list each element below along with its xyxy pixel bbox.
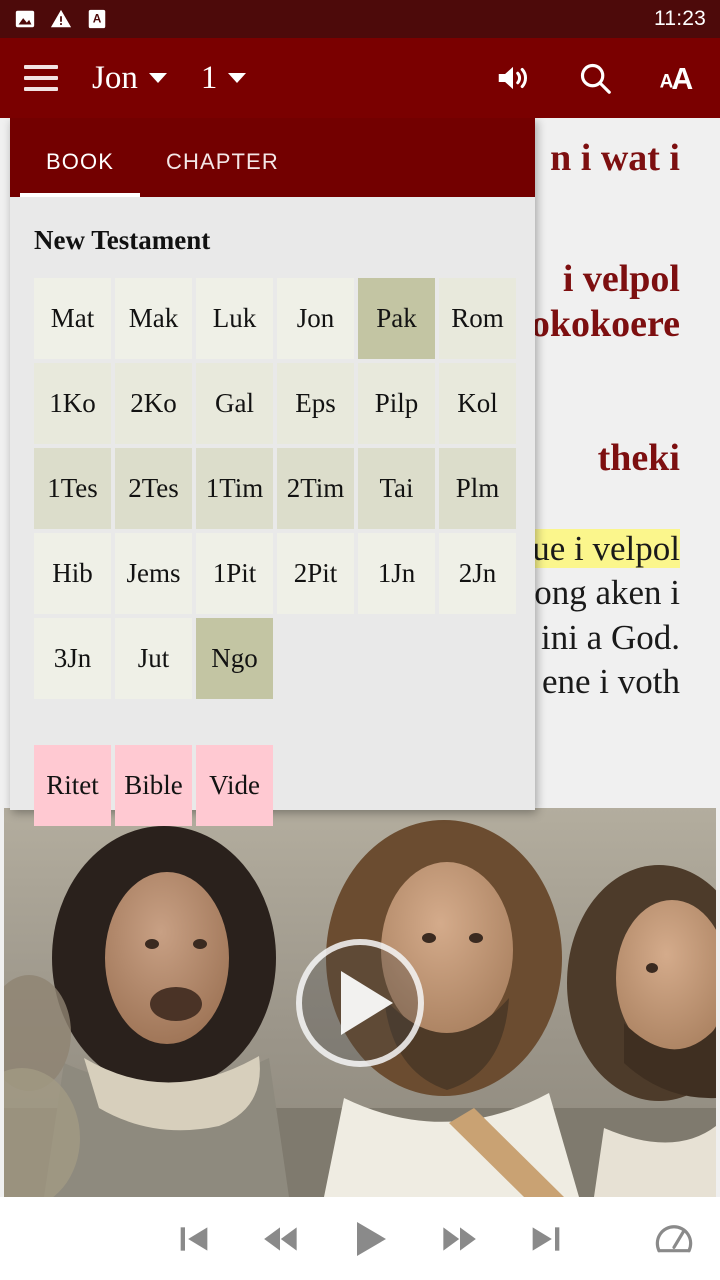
book-cell[interactable]: Jems xyxy=(115,533,192,614)
chapter-selector-label: 1 xyxy=(200,59,218,96)
section-title: New Testament xyxy=(34,225,211,255)
playback-speed-button[interactable] xyxy=(654,1219,694,1259)
book-cell[interactable]: 3Jn xyxy=(34,618,111,699)
svg-text:A: A xyxy=(93,12,102,26)
hamburger-menu-icon[interactable] xyxy=(24,65,58,91)
app-a-icon: A xyxy=(88,9,106,29)
book-cell[interactable]: Mak xyxy=(115,278,192,359)
warning-icon xyxy=(50,9,72,28)
book-cell[interactable]: Pilp xyxy=(358,363,435,444)
app-toolbar: Jon 1 A A xyxy=(0,38,720,118)
chevron-down-icon xyxy=(148,73,167,83)
extra-cell[interactable]: Vide xyxy=(196,745,273,826)
book-cell[interactable]: 2Tim xyxy=(277,448,354,529)
status-clock: 11:23 xyxy=(654,7,706,30)
book-cell[interactable]: 1Ko xyxy=(34,363,111,444)
book-cell[interactable]: 2Tes xyxy=(115,448,192,529)
book-cell[interactable]: Ngo xyxy=(196,618,273,699)
book-grid: Mat Mak Luk Jon Pak Rom 1Ko 2Ko Gal Eps Pilp Kol 1Te… xyxy=(34,278,516,699)
transport-controls xyxy=(174,1215,566,1263)
book-cell[interactable]: 2Jn xyxy=(439,533,516,614)
toolbar-actions: A A xyxy=(494,59,696,97)
book-cell[interactable]: Kol xyxy=(439,363,516,444)
book-cell[interactable]: 1Tes xyxy=(34,448,111,529)
book-cell[interactable]: 2Ko xyxy=(115,363,192,444)
search-icon[interactable] xyxy=(576,59,614,97)
book-cell[interactable]: Mat xyxy=(34,278,111,359)
extra-cell[interactable]: Bible xyxy=(115,745,192,826)
highlighted-text: ue i velpol xyxy=(532,529,680,569)
book-cell[interactable]: Gal xyxy=(196,363,273,444)
book-picker-panel: BOOK CHAPTER New Testament Mat Mak Luk Jon P… xyxy=(10,118,535,826)
book-cell[interactable]: Luk xyxy=(196,278,273,359)
video-player[interactable] xyxy=(4,808,716,1197)
rewind-button[interactable] xyxy=(260,1219,300,1259)
grid-spacer xyxy=(34,699,511,745)
text-size-icon[interactable]: A A xyxy=(658,59,696,97)
app-root: A 11:23 Jon 1 A A n i wat i i velpol oko… xyxy=(0,0,720,1280)
status-bar: A 11:23 xyxy=(0,0,720,38)
tab-book[interactable]: BOOK xyxy=(20,149,140,197)
skip-previous-button[interactable] xyxy=(174,1219,214,1259)
play-button[interactable] xyxy=(346,1215,394,1263)
fast-forward-button[interactable] xyxy=(440,1219,480,1259)
extra-cell[interactable]: Ritet xyxy=(34,745,111,826)
panel-tab-bar: BOOK CHAPTER xyxy=(10,118,535,197)
tab-chapter[interactable]: CHAPTER xyxy=(166,149,279,197)
book-selector-label: Jon xyxy=(92,59,138,96)
book-cell[interactable]: 1Pit xyxy=(196,533,273,614)
book-cell[interactable]: 1Jn xyxy=(358,533,435,614)
panel-body: New Testament Mat Mak Luk Jon Pak Rom 1Ko 2Ko Ga… xyxy=(10,197,535,826)
volume-icon[interactable] xyxy=(494,59,532,97)
media-controls-bar xyxy=(0,1197,720,1280)
book-cell[interactable]: Plm xyxy=(439,448,516,529)
book-cell[interactable]: Rom xyxy=(439,278,516,359)
book-cell[interactable]: Hib xyxy=(34,533,111,614)
play-button[interactable] xyxy=(296,938,424,1067)
image-icon xyxy=(15,10,35,28)
book-cell[interactable]: 2Pit xyxy=(277,533,354,614)
skip-next-button[interactable] xyxy=(526,1219,566,1259)
book-cell[interactable]: Pak xyxy=(358,278,435,359)
book-cell[interactable]: Jut xyxy=(115,618,192,699)
book-selector[interactable]: Jon xyxy=(92,60,167,97)
status-notification-icons: A xyxy=(14,8,108,30)
book-cell[interactable]: Eps xyxy=(277,363,354,444)
play-triangle-icon xyxy=(341,970,393,1035)
book-cell[interactable]: 1Tim xyxy=(196,448,273,529)
svg-text:A: A xyxy=(671,63,693,96)
chapter-selector[interactable]: 1 xyxy=(201,60,247,97)
book-cell[interactable]: Tai xyxy=(358,448,435,529)
chevron-down-icon xyxy=(228,73,247,83)
book-cell[interactable]: Jon xyxy=(277,278,354,359)
extra-items-grid: Ritet Bible Vide xyxy=(34,745,511,826)
